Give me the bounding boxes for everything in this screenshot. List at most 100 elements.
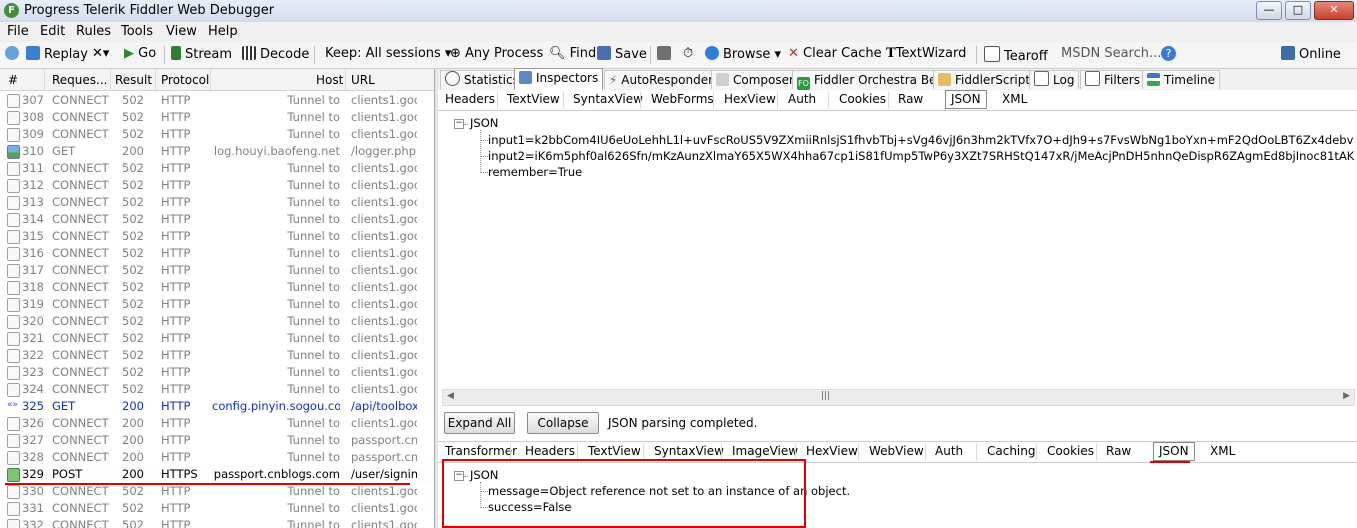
resp-tab-json[interactable]: JSON [1153,442,1195,461]
table-row[interactable]: 322 CONNECT 502 HTTP Tunnel to clients1.goog [0,347,434,364]
menu-help[interactable]: Help [208,24,238,39]
tree-root-label[interactable]: JSON [470,116,498,130]
textwizard-button[interactable]: TTextWizard [886,46,966,61]
scroll-left-icon[interactable]: ◀ [447,391,454,401]
req-tab-xml[interactable]: XML [1002,92,1027,106]
column-url[interactable]: URL [351,73,375,87]
tab-inspectors[interactable]: Inspectors [514,68,604,90]
tab-fiddlerscript[interactable]: FiddlerScript [933,70,1036,89]
column-divider[interactable] [210,69,211,90]
column-divider[interactable] [345,69,346,90]
table-row[interactable]: 326 CONNECT 200 HTTP Tunnel to clients1.goog [0,415,434,432]
collapse-button[interactable]: Collapse [527,412,599,434]
resp-tab-syntaxview[interactable]: SyntaxView [654,444,724,458]
resp-tab-xml[interactable]: XML [1210,444,1235,458]
clear-cache-button[interactable]: ✕ Clear Cache [788,46,882,61]
column-result[interactable]: Result [115,73,152,87]
table-row[interactable]: 319 CONNECT 502 HTTP Tunnel to clients1.goog [0,296,434,313]
help-icon[interactable]: ? [1161,46,1176,61]
any-process-button[interactable]: ⊕ Any Process [450,46,543,61]
collapse-toggle[interactable]: − [454,119,464,129]
resp-tab-auth[interactable]: Auth [935,444,963,458]
close-button[interactable]: ✕ [1314,1,1354,20]
req-tab-cookies[interactable]: Cookies [839,92,886,106]
resp-tab-hexview[interactable]: HexView [806,444,858,458]
expand-all-button[interactable]: Expand All [444,412,515,434]
tab-autoresponder[interactable]: ⚡ AutoResponder [604,70,719,89]
resp-tab-transformer[interactable]: Transformer [445,444,517,458]
tab-statistics[interactable]: Statistics [440,70,524,89]
tearoff-button[interactable]: Tearoff [984,46,1048,64]
tab-composer[interactable]: Composer [711,70,799,89]
table-row[interactable]: 323 CONNECT 502 HTTP Tunnel to clients1.goog [0,364,434,381]
column-divider[interactable] [110,69,111,90]
column-request[interactable]: Reques... [52,73,107,87]
table-row[interactable]: 318 CONNECT 502 HTTP Tunnel to clients1.goog [0,279,434,296]
table-row[interactable]: 332 CONNECT 502 HTTP Tunnel to clients1.goog [0,517,434,528]
column-divider[interactable] [44,69,45,90]
msdn-search-input[interactable]: MSDN Search... [1061,46,1161,61]
table-row[interactable]: 321 CONNECT 502 HTTP Tunnel to clients1.goog [0,330,434,347]
remove-button[interactable]: ✕▾ [92,46,109,61]
maximize-button[interactable]: □ [1285,1,1311,20]
req-tab-hexview[interactable]: HexView [724,92,776,106]
resp-tab-textview[interactable]: TextView [588,444,641,458]
table-row[interactable]: 329 POST 200 HTTPS passport.cnblogs.com/user… [0,466,434,483]
resp-tab-webview[interactable]: WebView [869,444,924,458]
table-row[interactable]: 313 CONNECT 502 HTTP Tunnel to clients1.goog [0,194,434,211]
table-row[interactable]: 320 CONNECT 502 HTTP Tunnel to clients1.goog [0,313,434,330]
browse-button[interactable]: Browse ▾ [705,46,781,62]
tree-item[interactable]: input1=k2bbCom4IU6eUoLehhL1l+uvFscRoUS5V… [488,133,1354,147]
menu-view[interactable]: View [166,24,197,39]
table-row[interactable]: 308 CONNECT 502 HTTP Tunnel to clients1.goog [0,109,434,126]
comment-button[interactable] [5,46,23,62]
keep-sessions-dropdown[interactable]: Keep: All sessions ▾ [325,46,451,61]
online-button[interactable]: Online [1281,46,1341,62]
tab-fiddler-orchestra[interactable]: FO Fiddler Orchestra Beta [792,70,954,90]
tab-filters[interactable]: Filters [1080,70,1145,89]
replay-button[interactable]: Replay [26,46,88,62]
horizontal-scrollbar[interactable]: ◀ ||| ▶ [442,389,1355,406]
req-tab-raw[interactable]: Raw [898,92,923,106]
scroll-grip-icon[interactable]: ||| [821,391,830,401]
req-tab-webforms[interactable]: WebForms [651,92,714,106]
go-button[interactable]: ▶ Go [124,46,156,61]
tab-log[interactable]: Log [1029,70,1080,89]
column-divider[interactable] [155,69,156,90]
screenshot-button[interactable] [657,46,675,62]
table-row[interactable]: 314 CONNECT 502 HTTP Tunnel to clients1.goog [0,211,434,228]
resp-tab-headers[interactable]: Headers [525,444,575,458]
table-row[interactable]: 307 CONNECT 502 HTTP Tunnel to clients1.goog [0,92,434,109]
table-row[interactable]: 311 CONNECT 502 HTTP Tunnel to clients1.goog [0,160,434,177]
column-host[interactable]: Host [316,73,343,87]
timer-button[interactable]: ⏱ [683,46,693,61]
resp-tab-imageview[interactable]: ImageView [732,444,798,458]
tree-item[interactable]: input2=iK6m5phf0al626Sfn/mKzAunzXlmaY65X… [488,149,1354,163]
req-tab-syntaxview[interactable]: SyntaxView [573,92,643,106]
table-row[interactable]: 330 CONNECT 502 HTTP Tunnel to clients1.goog [0,483,434,500]
resp-tab-cookies[interactable]: Cookies [1047,444,1094,458]
table-row[interactable]: 315 CONNECT 502 HTTP Tunnel to clients1.goog [0,228,434,245]
menu-tools[interactable]: Tools [121,24,153,39]
menu-file[interactable]: File [7,24,29,39]
req-tab-json[interactable]: JSON [945,90,987,109]
column-number[interactable]: # [8,73,18,87]
table-row[interactable]: 331 CONNECT 502 HTTP Tunnel to clients1.goog [0,500,434,517]
req-tab-headers[interactable]: Headers [445,92,495,106]
menu-rules[interactable]: Rules [76,24,111,39]
table-row[interactable]: 310 GET 200 HTTP log.houyi.baofeng.net/logge… [0,143,434,160]
table-row[interactable]: 316 CONNECT 502 HTTP Tunnel to clients1.goog [0,245,434,262]
resp-tab-raw[interactable]: Raw [1106,444,1131,458]
req-tab-textview[interactable]: TextView [507,92,560,106]
tab-timeline[interactable]: Timeline [1142,70,1221,89]
scroll-right-icon[interactable]: ▶ [1343,391,1350,401]
table-row[interactable]: «» 325 GET 200 HTTP config.pinyin.sogou.com/a… [0,398,434,415]
table-row[interactable]: 328 CONNECT 200 HTTP Tunnel to passport.cnb [0,449,434,466]
column-protocol[interactable]: Protocol [161,73,209,87]
stream-button[interactable]: Stream [171,46,232,62]
resp-tab-caching[interactable]: Caching [987,444,1036,458]
menu-edit[interactable]: Edit [40,24,65,39]
save-button[interactable]: Save [597,46,647,62]
table-row[interactable]: 317 CONNECT 502 HTTP Tunnel to clients1.goog [0,262,434,279]
table-row[interactable]: 324 CONNECT 502 HTTP Tunnel to clients1.goog [0,381,434,398]
